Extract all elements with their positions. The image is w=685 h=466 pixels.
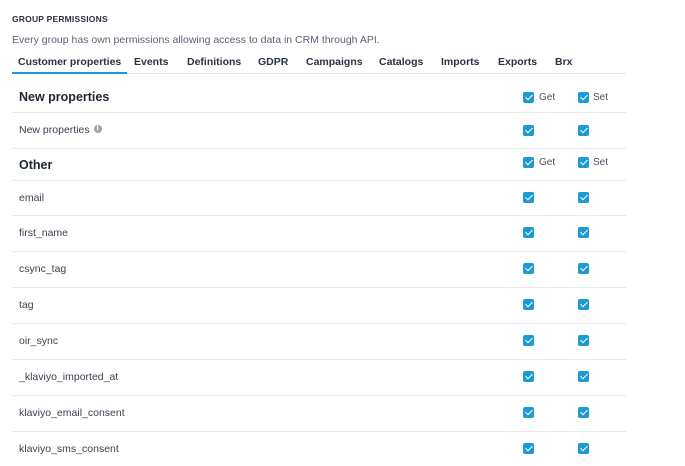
tab-imports[interactable]: Imports <box>441 56 480 68</box>
set-column-label: Set <box>593 157 609 168</box>
get-checkbox[interactable] <box>523 227 534 238</box>
property-name: email <box>19 192 45 204</box>
section-title: GROUP PERMISSIONS <box>12 14 108 24</box>
property-name: csync_tag <box>19 263 67 275</box>
property-name: klaviyo_email_consent <box>19 407 125 419</box>
set-checkbox[interactable] <box>578 371 589 382</box>
table-row: _klaviyo_imported_at <box>12 359 626 396</box>
table-row: tag <box>12 287 626 324</box>
permission-tabs: Customer properties Events Definitions G… <box>11 52 626 74</box>
group-header-other: Other Get Set <box>12 148 626 181</box>
tab-campaigns[interactable]: Campaigns <box>306 56 363 68</box>
get-checkbox[interactable] <box>523 192 534 203</box>
property-name: oir_sync <box>19 335 59 347</box>
set-checkbox[interactable] <box>578 192 589 203</box>
set-checkbox[interactable] <box>578 263 589 274</box>
set-checkbox[interactable] <box>578 443 589 454</box>
property-name: _klaviyo_imported_at <box>19 371 119 383</box>
tab-events[interactable]: Events <box>134 56 168 68</box>
tab-catalogs[interactable]: Catalogs <box>379 56 423 68</box>
get-checkbox[interactable] <box>523 443 534 454</box>
set-checkbox[interactable] <box>578 407 589 418</box>
tab-customer-properties[interactable]: Customer properties <box>11 56 128 74</box>
set-all-checkbox[interactable] <box>578 157 589 168</box>
property-name: klaviyo_sms_consent <box>19 443 119 455</box>
set-checkbox[interactable] <box>578 227 589 238</box>
get-all-checkbox[interactable] <box>523 92 534 103</box>
set-checkbox[interactable] <box>578 335 589 346</box>
table-row: csync_tag <box>12 251 626 288</box>
table-row: klaviyo_sms_consent <box>12 431 626 465</box>
group-heading: Other <box>19 158 53 172</box>
get-checkbox[interactable] <box>523 335 534 346</box>
table-row: first_name <box>12 215 626 252</box>
table-row: oir_sync <box>12 323 626 360</box>
group-header-new-properties: New properties Get Set <box>12 76 626 113</box>
get-checkbox[interactable] <box>523 407 534 418</box>
table-row: New properties <box>12 112 626 149</box>
property-name: tag <box>19 299 34 311</box>
table-row: email <box>12 180 626 216</box>
get-checkbox[interactable] <box>523 125 534 136</box>
get-column-label: Get <box>539 92 556 103</box>
get-checkbox[interactable] <box>523 299 534 310</box>
tab-gdpr[interactable]: GDPR <box>258 56 288 68</box>
get-column-label: Get <box>539 157 556 168</box>
tab-brx[interactable]: Brx <box>555 56 573 68</box>
get-checkbox[interactable] <box>523 371 534 382</box>
get-checkbox[interactable] <box>523 263 534 274</box>
set-checkbox[interactable] <box>578 299 589 310</box>
section-description: Every group has own permissions allowing… <box>12 34 380 46</box>
info-icon[interactable] <box>93 124 102 133</box>
property-name: New properties <box>19 124 102 136</box>
set-checkbox[interactable] <box>578 125 589 136</box>
tab-exports[interactable]: Exports <box>498 56 537 68</box>
tab-definitions[interactable]: Definitions <box>187 56 241 68</box>
group-heading: New properties <box>19 90 110 104</box>
table-row: klaviyo_email_consent <box>12 395 626 432</box>
set-column-label: Set <box>593 92 609 103</box>
property-name: first_name <box>19 227 69 239</box>
get-all-checkbox[interactable] <box>523 157 534 168</box>
set-all-checkbox[interactable] <box>578 92 589 103</box>
